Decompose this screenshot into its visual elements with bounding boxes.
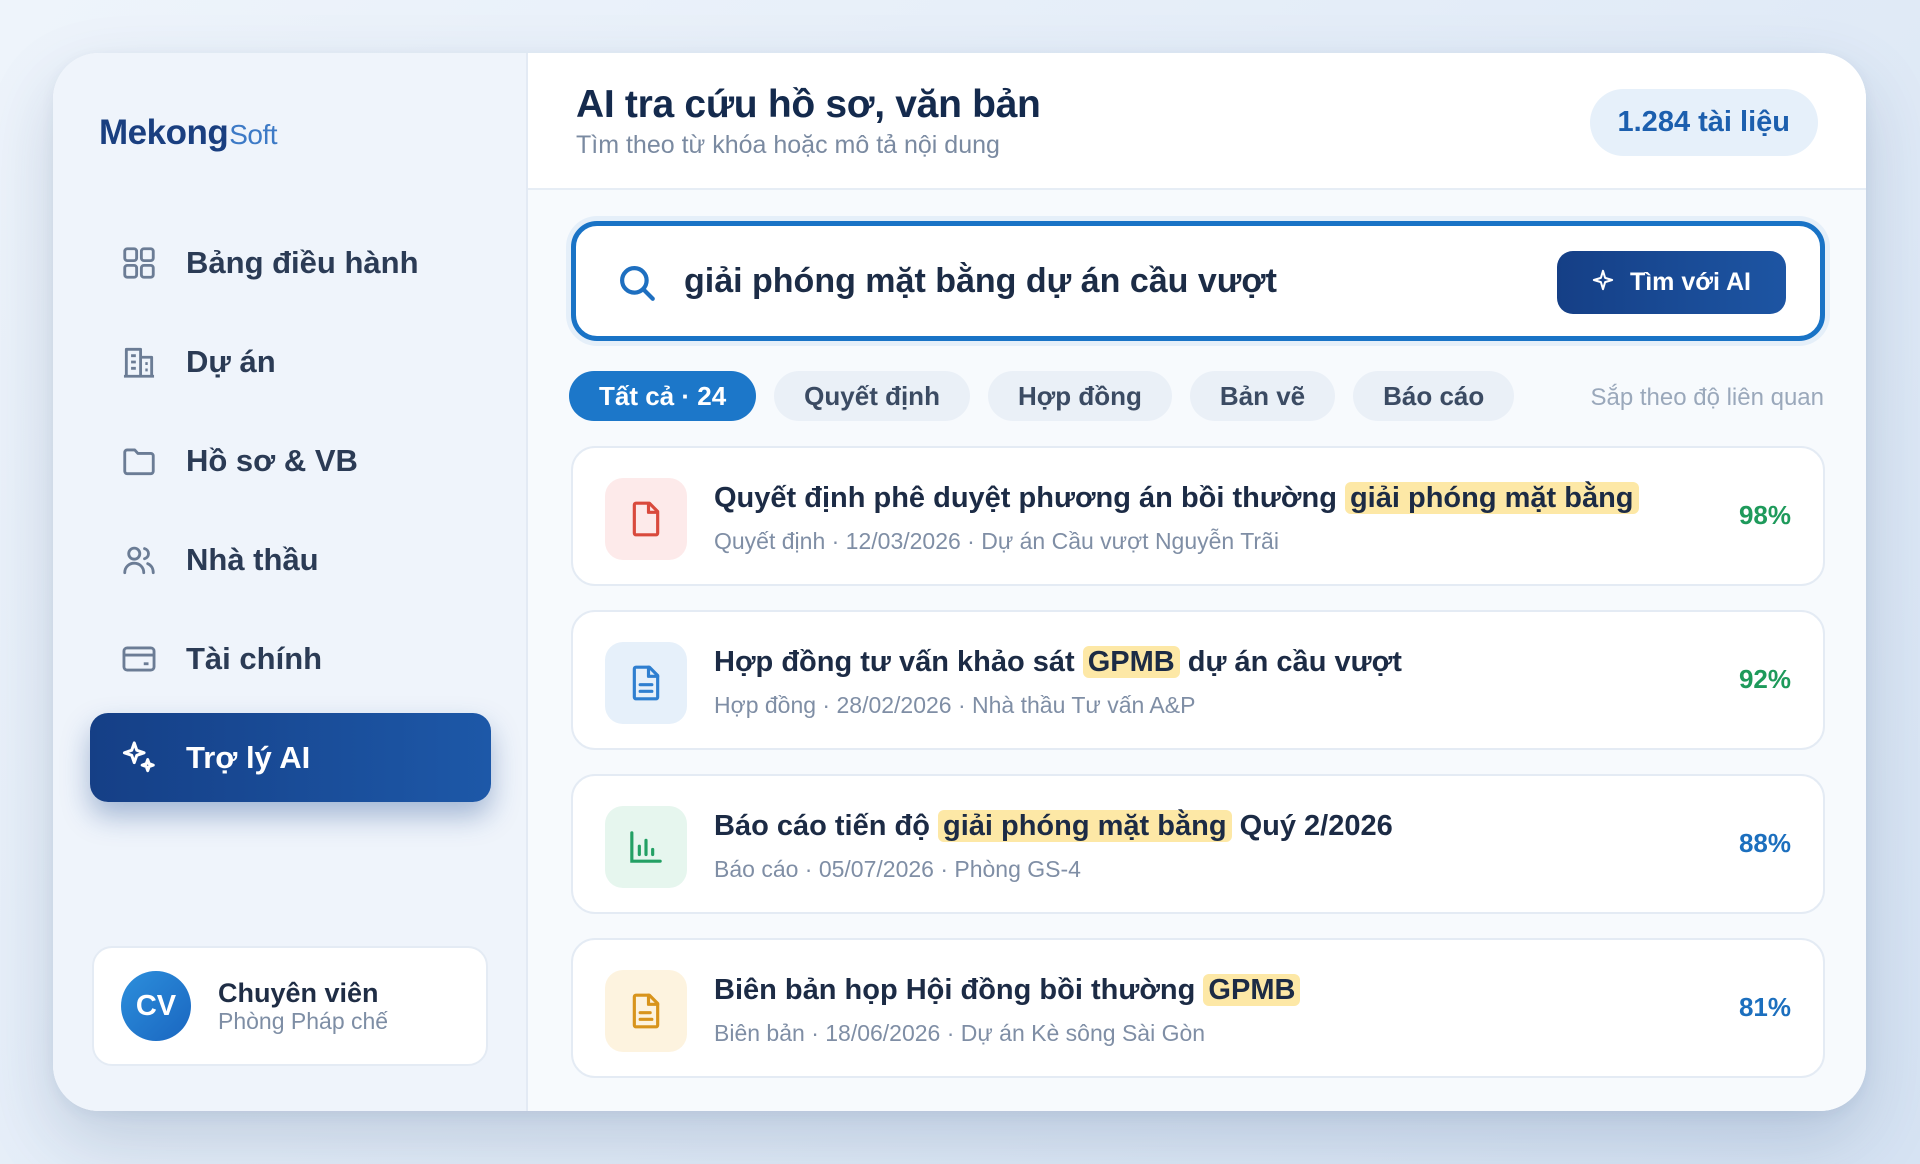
note-icon bbox=[605, 970, 687, 1052]
result-title: Hợp đồng tư vấn khảo sát GPMB dự án cầu … bbox=[714, 646, 1402, 679]
result-meta: Báo cáo · 05/07/2026 · Phòng GS-4 bbox=[714, 856, 1081, 882]
relevance-score: 98% bbox=[1738, 500, 1791, 530]
main-content: AI tra cứu hồ sơ, văn bản Tìm theo từ kh… bbox=[528, 53, 1866, 1111]
result-title-text: dự án cầu vượt bbox=[1179, 646, 1402, 678]
filter-chip-report[interactable]: Báo cáo bbox=[1353, 371, 1515, 421]
result-title: Biên bản họp Hội đồng bồi thường GPMB bbox=[714, 974, 1301, 1007]
sparkle-icon bbox=[1592, 269, 1614, 290]
result-card[interactable]: Biên bản họp Hội đồng bồi thường GPMB Bi… bbox=[571, 938, 1825, 1078]
relevance-score: 92% bbox=[1738, 664, 1791, 694]
sidebar-item-projects[interactable]: Dự án bbox=[90, 317, 491, 406]
folder-icon bbox=[118, 440, 160, 482]
sidebar-item-finance[interactable]: Tài chính bbox=[90, 614, 491, 703]
document-count-badge: 1.284 tài liệu bbox=[1589, 89, 1818, 156]
result-meta: Quyết định · 12/03/2026 · Dự án Cầu vượt… bbox=[714, 528, 1279, 554]
document-icon bbox=[605, 478, 687, 560]
avatar: CV bbox=[121, 971, 191, 1041]
sidebar-item-label: Dự án bbox=[186, 343, 276, 379]
result-title-text: Biên bản họp Hội đồng bồi thường bbox=[714, 974, 1204, 1006]
sparkles-icon bbox=[118, 737, 160, 779]
sidebar-item-label: Nhà thầu bbox=[186, 541, 319, 577]
result-title-highlight: giải phóng mặt bằng bbox=[1344, 482, 1639, 514]
sidebar-nav: Bảng điều hành Dự án Hồ sơ & VB Nhà thầu… bbox=[90, 218, 491, 812]
sidebar-item-contractors[interactable]: Nhà thầu bbox=[90, 515, 491, 604]
contract-icon bbox=[605, 642, 687, 724]
sidebar-item-label: Bảng điều hành bbox=[186, 244, 419, 280]
relevance-score: 81% bbox=[1738, 992, 1791, 1022]
filter-chip-drawing[interactable]: Bản vẽ bbox=[1189, 371, 1336, 421]
sidebar-item-label: Hồ sơ & VB bbox=[186, 442, 358, 478]
grid-icon bbox=[118, 242, 160, 284]
result-title-text: Quý 2/2026 bbox=[1231, 810, 1393, 842]
search-box: Tìm với AI bbox=[571, 221, 1825, 341]
filter-chip-all[interactable]: Tất cả · 24 bbox=[569, 371, 757, 421]
result-title-text: Hợp đồng tư vấn khảo sát bbox=[714, 646, 1083, 678]
result-meta: Biên bản · 18/06/2026 · Dự án Kè sông Sà… bbox=[714, 1020, 1206, 1046]
brand-logo[interactable]: MekongSoft bbox=[99, 113, 278, 153]
sidebar-item-documents[interactable]: Hồ sơ & VB bbox=[90, 416, 491, 505]
search-input[interactable] bbox=[684, 251, 1484, 311]
result-card[interactable]: Hợp đồng tư vấn khảo sát GPMB dự án cầu … bbox=[571, 610, 1825, 750]
users-icon bbox=[118, 539, 160, 581]
user-department: Phòng Pháp chế bbox=[218, 1008, 389, 1034]
user-name: Chuyên viên bbox=[218, 978, 379, 1008]
user-profile-card[interactable]: CV Chuyên viên Phòng Pháp chế bbox=[92, 946, 488, 1066]
search-icon bbox=[616, 262, 658, 309]
result-title-highlight: GPMB bbox=[1082, 646, 1180, 678]
chart-icon bbox=[605, 806, 687, 888]
search-with-ai-button[interactable]: Tìm với AI bbox=[1557, 251, 1786, 314]
result-card[interactable]: Báo cáo tiến độ giải phóng mặt bằng Quý … bbox=[571, 774, 1825, 914]
result-card[interactable]: Quyết định phê duyệt phương án bồi thườn… bbox=[571, 446, 1825, 586]
wallet-icon bbox=[118, 638, 160, 680]
result-title: Quyết định phê duyệt phương án bồi thườn… bbox=[714, 482, 1639, 515]
search-with-ai-label: Tìm với AI bbox=[1629, 268, 1752, 296]
result-title-text: Báo cáo tiến độ bbox=[714, 810, 938, 842]
page-subtitle: Tìm theo từ khóa hoặc mô tả nội dung bbox=[576, 131, 1000, 159]
filter-chip-decision[interactable]: Quyết định bbox=[774, 371, 970, 421]
results-list: Quyết định phê duyệt phương án bồi thườn… bbox=[571, 446, 1825, 1102]
result-title-highlight: GPMB bbox=[1203, 974, 1301, 1006]
sort-selector[interactable]: Sắp theo độ liên quan bbox=[1590, 384, 1824, 412]
sidebar-item-dashboard[interactable]: Bảng điều hành bbox=[90, 218, 491, 307]
sidebar-item-ai-assistant[interactable]: Trợ lý AI bbox=[90, 713, 491, 802]
brand-suffix: Soft bbox=[229, 119, 278, 150]
building-icon bbox=[118, 341, 160, 383]
result-title: Báo cáo tiến độ giải phóng mặt bằng Quý … bbox=[714, 810, 1393, 843]
page-header: AI tra cứu hồ sơ, văn bản Tìm theo từ kh… bbox=[528, 53, 1866, 190]
filter-chip-contract[interactable]: Hợp đồng bbox=[987, 371, 1172, 421]
relevance-score: 88% bbox=[1738, 828, 1791, 858]
sidebar-item-label: Trợ lý AI bbox=[186, 739, 311, 775]
app-window: MekongSoft Bảng điều hành Dự án Hồ sơ & … bbox=[53, 53, 1866, 1111]
result-title-text: Quyết định phê duyệt phương án bồi thườn… bbox=[714, 482, 1345, 514]
brand-name: Mekong bbox=[99, 113, 229, 152]
sidebar: MekongSoft Bảng điều hành Dự án Hồ sơ & … bbox=[53, 53, 528, 1111]
sidebar-item-label: Tài chính bbox=[186, 640, 323, 676]
result-meta: Hợp đồng · 28/02/2026 · Nhà thầu Tư vấn … bbox=[714, 692, 1196, 718]
filter-chips: Tất cả · 24 Quyết định Hợp đồng Bản vẽ B… bbox=[569, 371, 1532, 421]
page-title: AI tra cứu hồ sơ, văn bản bbox=[576, 83, 1041, 126]
result-title-highlight: giải phóng mặt bằng bbox=[937, 810, 1232, 842]
